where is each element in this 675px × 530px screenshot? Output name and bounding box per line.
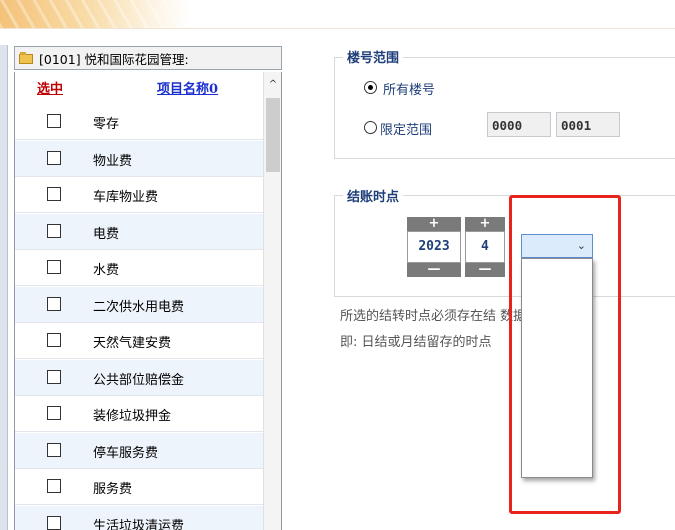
banner-decoration (0, 0, 180, 28)
list-item[interactable]: 公共部位赔偿金 (15, 359, 263, 396)
item-checkbox[interactable] (47, 296, 61, 311)
left-edge-bar (0, 45, 8, 530)
list-item[interactable]: 水费 (15, 250, 263, 286)
list-item[interactable]: 服务费 (15, 469, 263, 505)
scroll-thumb[interactable] (266, 98, 280, 172)
item-label: 二次供水用电费 (93, 299, 185, 315)
list-item[interactable]: 零存 (15, 104, 263, 140)
list-item[interactable]: 装修垃圾押金 (15, 396, 263, 432)
list-scrollbar[interactable]: ^ (263, 72, 281, 530)
item-checkbox[interactable] (47, 515, 61, 530)
item-label: 水费 (93, 263, 120, 278)
building-range-legend: 楼号范围 (343, 47, 404, 66)
radio-limit-range-label[interactable]: 限定范围 (380, 119, 432, 138)
item-label: 生活垃圾清运费 (93, 518, 185, 530)
item-label: 物业费 (93, 153, 133, 169)
list-header: 选中 项目名称0 (15, 72, 263, 104)
item-checkbox[interactable] (47, 406, 61, 420)
item-label: 服务费 (93, 482, 133, 497)
project-panel-title-text: [0101] 悦和国际花园管理: (39, 51, 189, 67)
list-item[interactable]: 电费 (15, 213, 263, 250)
building-range-group (334, 57, 675, 159)
red-highlight-box (509, 195, 621, 514)
item-label: 零存 (93, 117, 120, 132)
year-increment-button[interactable]: + (407, 217, 461, 231)
list-item[interactable]: 车库物业费 (15, 177, 263, 213)
column-header-item-name[interactable]: 项目名称0 (157, 78, 218, 97)
column-header-select[interactable]: 选中 (37, 78, 63, 97)
list-item[interactable]: 停车服务费 (15, 432, 263, 469)
item-checkbox[interactable] (47, 223, 61, 238)
year-spinner: + 2023 — (407, 217, 461, 278)
year-decrement-button[interactable]: — (407, 263, 461, 277)
fee-item-list: 选中 项目名称0 零存物业费车库物业费电费水费二次供水用电费 天然气建安费 公共部位… (14, 72, 282, 530)
range-to-input[interactable]: 0001 (556, 112, 620, 137)
radio-all-buildings-label[interactable]: 所有楼号 (383, 79, 435, 98)
item-checkbox[interactable] (47, 333, 61, 347)
project-panel-title[interactable]: [0101] 悦和国际花园管理: (14, 46, 282, 70)
list-item[interactable]: 二次供水用电费 (15, 286, 263, 323)
item-label: 天然气建安费 (93, 336, 172, 351)
item-checkbox[interactable] (47, 114, 61, 128)
month-increment-button[interactable]: + (465, 217, 505, 231)
list-item[interactable]: 物业费 (15, 140, 263, 177)
list-item[interactable]: 天然气建安费 (15, 323, 263, 359)
radio-limit-range[interactable] (364, 121, 377, 134)
item-label: 公共部位赔偿金 (93, 372, 185, 388)
closing-time-legend: 结账时点 (343, 186, 404, 205)
item-checkbox[interactable] (47, 150, 61, 165)
item-checkbox[interactable] (47, 442, 61, 457)
item-label: 装修垃圾押金 (93, 409, 172, 424)
year-value[interactable]: 2023 (407, 231, 461, 263)
item-label: 电费 (93, 226, 120, 242)
item-checkbox[interactable] (47, 479, 61, 493)
item-checkbox[interactable] (47, 260, 61, 274)
item-checkbox[interactable] (47, 369, 61, 384)
list-item[interactable]: 生活垃圾清运费 (15, 505, 263, 530)
range-from-input[interactable]: 0000 (487, 112, 551, 137)
folder-icon (19, 52, 33, 64)
header-divider (0, 28, 675, 29)
item-label: 车库物业费 (93, 190, 159, 205)
closing-time-note-line2: 即: 日结或月结留存的时点 (340, 335, 492, 350)
radio-all-buildings[interactable] (364, 81, 377, 94)
item-label: 停车服务费 (93, 445, 159, 461)
month-decrement-button[interactable]: — (465, 263, 505, 277)
scroll-up-arrow-icon[interactable]: ^ (264, 76, 281, 94)
month-spinner: + 4 — (465, 217, 505, 278)
header-banner (0, 0, 190, 28)
month-value[interactable]: 4 (465, 231, 505, 263)
item-checkbox[interactable] (47, 187, 61, 201)
